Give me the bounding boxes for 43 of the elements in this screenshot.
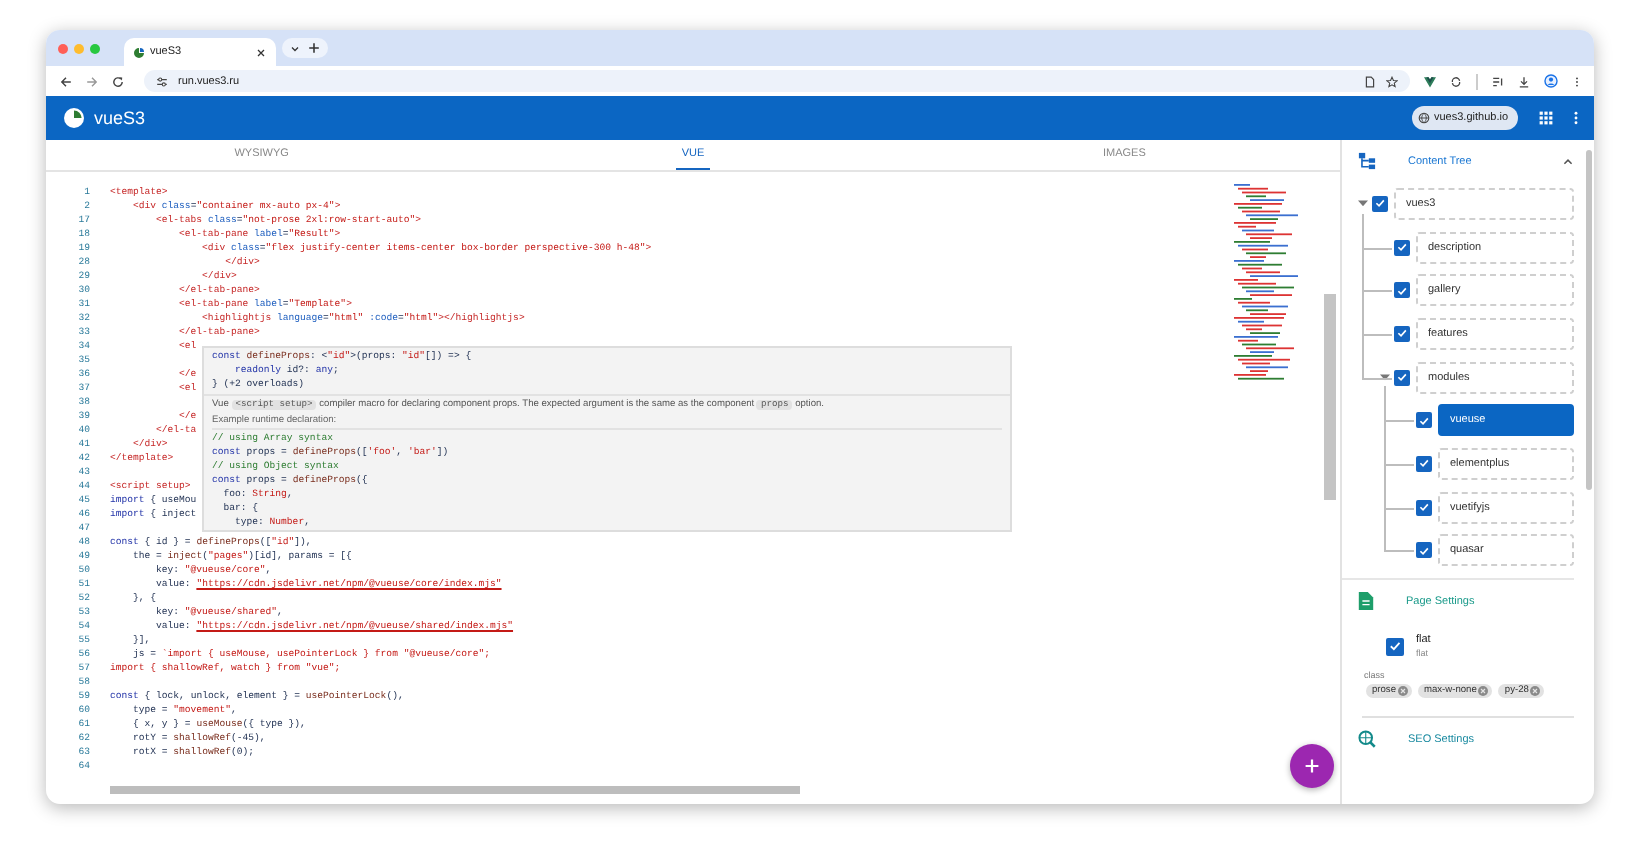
checkbox[interactable] xyxy=(1394,325,1410,342)
chevron-icon[interactable] xyxy=(1562,155,1574,167)
globe-icon xyxy=(1418,112,1430,124)
chevron-down-icon[interactable] xyxy=(290,43,300,53)
star-icon[interactable] xyxy=(1386,75,1398,87)
checkbox[interactable] xyxy=(1416,542,1432,559)
remove-icon[interactable] xyxy=(1398,686,1408,697)
logo-icon[interactable] xyxy=(64,108,84,128)
scrollbar-thumb[interactable] xyxy=(1324,294,1336,500)
favicon-icon xyxy=(134,47,144,57)
checkbox[interactable] xyxy=(1416,455,1432,472)
caret-icon[interactable] xyxy=(1357,198,1367,209)
vue-logo-icon[interactable] xyxy=(1424,75,1436,87)
add-button[interactable] xyxy=(1290,744,1334,788)
apps-grid-icon[interactable] xyxy=(1538,110,1554,126)
horizontal-scrollbar[interactable] xyxy=(110,786,800,794)
remove-icon[interactable] xyxy=(1478,686,1489,697)
plus-icon xyxy=(1304,758,1320,774)
more-icon[interactable] xyxy=(1572,110,1580,126)
checkbox[interactable] xyxy=(1386,637,1404,656)
search-globe-icon xyxy=(1358,730,1376,749)
checkbox[interactable] xyxy=(1372,195,1388,212)
checkbox[interactable] xyxy=(1416,412,1432,429)
download-icon[interactable] xyxy=(1518,75,1530,87)
checkbox[interactable] xyxy=(1394,282,1410,299)
back-icon[interactable] xyxy=(60,75,72,87)
sync-icon[interactable] xyxy=(1450,75,1462,87)
checkbox[interactable] xyxy=(1394,369,1410,386)
close-icon[interactable] xyxy=(256,47,266,57)
document-icon xyxy=(1358,592,1374,611)
checkbox[interactable] xyxy=(1416,499,1432,516)
document-icon[interactable] xyxy=(1364,75,1376,87)
app-title: vueS3 xyxy=(94,108,146,128)
reload-icon[interactable] xyxy=(112,75,124,87)
plus-icon[interactable] xyxy=(308,42,320,54)
profile-icon[interactable] xyxy=(1544,74,1558,88)
caret-icon[interactable] xyxy=(1379,372,1389,383)
hierarchy-icon xyxy=(1358,152,1376,170)
checkbox[interactable] xyxy=(1394,239,1410,256)
list-icon[interactable] xyxy=(1492,75,1504,87)
remove-icon[interactable] xyxy=(1530,686,1541,697)
forward-icon[interactable] xyxy=(86,75,98,87)
site-settings-icon[interactable] xyxy=(156,75,168,87)
